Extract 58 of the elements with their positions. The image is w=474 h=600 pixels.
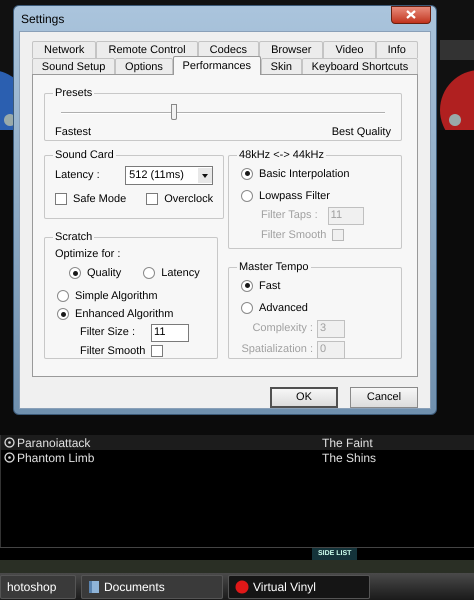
radio-button[interactable]: Simple Algorithm <box>57 288 207 304</box>
tab[interactable]: Remote Control <box>96 41 198 58</box>
field-label: Spatialization : <box>241 342 313 358</box>
checkbox-label: Overclock <box>164 192 214 206</box>
taskbar-label: Documents <box>104 578 165 596</box>
checkbox-label: Filter Smooth <box>80 344 146 358</box>
taskbar-label: hotoshop <box>7 578 56 596</box>
radio-button[interactable]: Latency <box>143 265 200 282</box>
latency-dropdown[interactable]: 512 (11ms) <box>125 166 214 184</box>
tab[interactable]: Video <box>323 41 376 58</box>
tab[interactable]: Sound Setup <box>32 58 116 75</box>
dialog-button[interactable]: Cancel <box>350 387 418 408</box>
taskbar-button[interactable]: Documents <box>81 574 223 598</box>
min-label: Fastest <box>55 124 92 140</box>
taskbar-button[interactable]: Virtual Vinyl <box>228 574 370 598</box>
tab[interactable]: Skin <box>260 58 302 75</box>
disc-icon <box>4 452 15 463</box>
preset-slider[interactable] <box>61 104 385 122</box>
track-title: Paranoiattack <box>17 434 92 452</box>
filter-taps-label: Filter Taps : <box>261 208 318 224</box>
radio-button[interactable]: Quality <box>69 265 122 282</box>
radio-button[interactable]: Enhanced Algorithm <box>57 306 207 322</box>
tab[interactable]: Keyboard Shortcuts <box>302 58 418 75</box>
tab[interactable]: Network <box>32 41 96 58</box>
track-title: Phantom Limb <box>17 450 96 466</box>
tab[interactable]: Browser <box>259 41 324 58</box>
tab[interactable]: Options <box>115 58 173 75</box>
close-button[interactable] <box>391 6 431 24</box>
optimize-label: Optimize for : <box>55 246 122 262</box>
max-label: Best Quality <box>332 124 391 140</box>
field-label: Complexity : <box>252 321 313 336</box>
record-icon <box>235 580 249 594</box>
tab[interactable]: Performances <box>172 56 261 75</box>
window-title: Settings <box>21 10 64 28</box>
group-title: Presets <box>54 86 94 101</box>
group-title: Master Tempo <box>238 260 310 275</box>
text-field[interactable]: 11 <box>151 324 190 342</box>
group-title: 48kHz <-> 44kHz <box>238 148 325 163</box>
taskbar-label: Virtual Vinyl <box>253 578 316 596</box>
filter-size-label: Filter Size : <box>80 325 136 340</box>
disc-icon <box>4 437 15 448</box>
tab[interactable]: Info <box>376 41 418 58</box>
close-icon <box>406 10 416 19</box>
notebook-icon <box>88 580 100 594</box>
dialog-button[interactable]: OK <box>270 387 338 408</box>
track-row[interactable]: Paranoiattack The Faint <box>1 435 474 450</box>
taskbar-button[interactable]: hotoshop <box>0 574 76 598</box>
checkbox-label: Filter Smooth <box>261 228 326 242</box>
checkbox[interactable] <box>55 192 67 205</box>
checkbox[interactable] <box>151 344 164 357</box>
track-artist: The Shins <box>322 450 376 466</box>
latency-label: Latency : <box>55 168 100 183</box>
track-artist: The Faint <box>322 434 373 452</box>
checkbox[interactable] <box>146 192 158 205</box>
group-title: Scratch <box>54 230 94 245</box>
group-title: Sound Card <box>54 148 115 163</box>
checkbox-label: Safe Mode <box>73 192 126 206</box>
slider-thumb[interactable] <box>171 104 178 120</box>
